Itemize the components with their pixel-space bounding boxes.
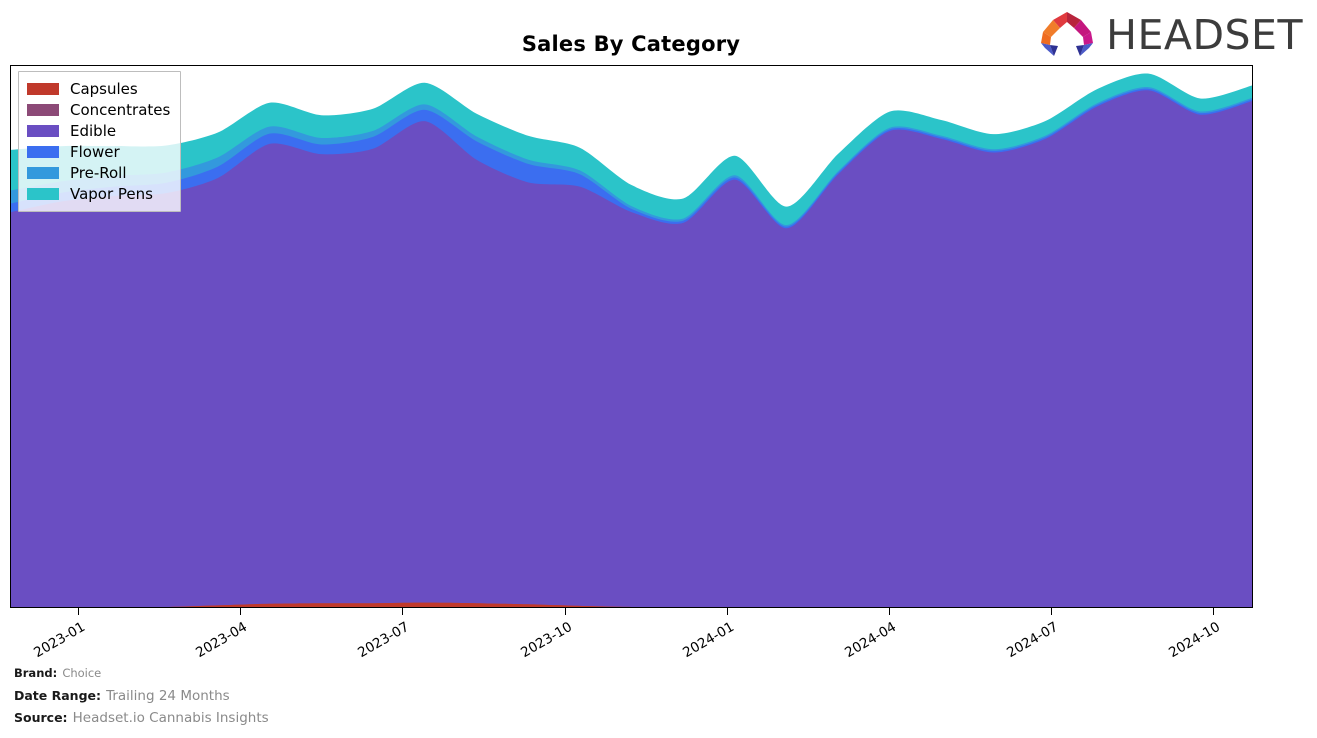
x-axis-tick-label: 2023-04: [193, 619, 250, 662]
legend-swatch-edible: [27, 124, 59, 137]
x-axis-tick: [1051, 608, 1052, 615]
legend-swatch-concentrates: [27, 103, 59, 116]
footer-date-range-key: Date Range:: [14, 687, 101, 703]
footer-brand-key: Brand:: [14, 665, 58, 680]
footer-source-key: Source:: [14, 710, 68, 726]
brand-logo-text: HEADSET: [1106, 10, 1303, 59]
legend-label-concentrates: Concentrates: [70, 100, 171, 119]
footer-date-range-value: Trailing 24 Months: [106, 687, 230, 704]
legend-item-capsules[interactable]: Capsules: [27, 78, 170, 99]
legend-label-edible: Edible: [70, 121, 117, 140]
x-axis-tick: [727, 608, 728, 615]
legend-swatch-flower: [27, 145, 59, 158]
chart-legend[interactable]: Capsules Concentrates Edible Flower Pre-…: [18, 71, 182, 212]
stacked-area-chart: [11, 73, 1252, 607]
x-axis-tick: [78, 608, 79, 615]
chart-plot-area: [10, 65, 1253, 608]
x-axis-tick-label: 2024-04: [842, 619, 899, 662]
headset-arc-logo-icon: [1041, 12, 1094, 56]
x-axis-tick-label: 2023-01: [31, 619, 88, 662]
legend-item-flower[interactable]: Flower: [27, 141, 170, 162]
x-axis-tick: [402, 608, 403, 615]
chart-footer: Brand: Choice Date Range: Trailing 24 Mo…: [14, 661, 269, 729]
x-axis-tick: [565, 608, 566, 615]
legend-item-pre-roll[interactable]: Pre-Roll: [27, 162, 170, 183]
legend-swatch-pre-roll: [27, 166, 59, 179]
footer-source-row: Source: Headset.io Cannabis Insights: [14, 706, 269, 729]
footer-brand-row: Brand: Choice: [14, 661, 269, 684]
x-axis-tick-label: 2023-07: [355, 619, 412, 662]
x-axis-tick: [240, 608, 241, 615]
footer-source-value: Headset.io Cannabis Insights: [72, 710, 269, 727]
brand-logo: HEADSET: [1036, 10, 1303, 60]
legend-item-vapor-pens[interactable]: Vapor Pens: [27, 183, 170, 204]
x-axis-tick-label: 2024-07: [1004, 619, 1061, 662]
x-axis-tick: [1213, 608, 1214, 615]
legend-swatch-vapor-pens: [27, 187, 59, 200]
legend-label-pre-roll: Pre-Roll: [70, 163, 127, 182]
footer-date-range-row: Date Range: Trailing 24 Months: [14, 684, 269, 707]
x-axis-tick-label: 2024-10: [1166, 619, 1223, 662]
legend-item-edible[interactable]: Edible: [27, 120, 170, 141]
legend-label-flower: Flower: [70, 142, 120, 161]
x-axis-tick-label: 2023-10: [518, 619, 575, 662]
footer-brand-value: Choice: [62, 665, 102, 680]
legend-label-vapor-pens: Vapor Pens: [70, 184, 153, 203]
legend-item-concentrates[interactable]: Concentrates: [27, 99, 170, 120]
x-axis-tick-label: 2024-01: [680, 619, 737, 662]
legend-label-capsules: Capsules: [70, 79, 138, 98]
legend-swatch-capsules: [27, 82, 59, 95]
x-axis-tick: [889, 608, 890, 615]
